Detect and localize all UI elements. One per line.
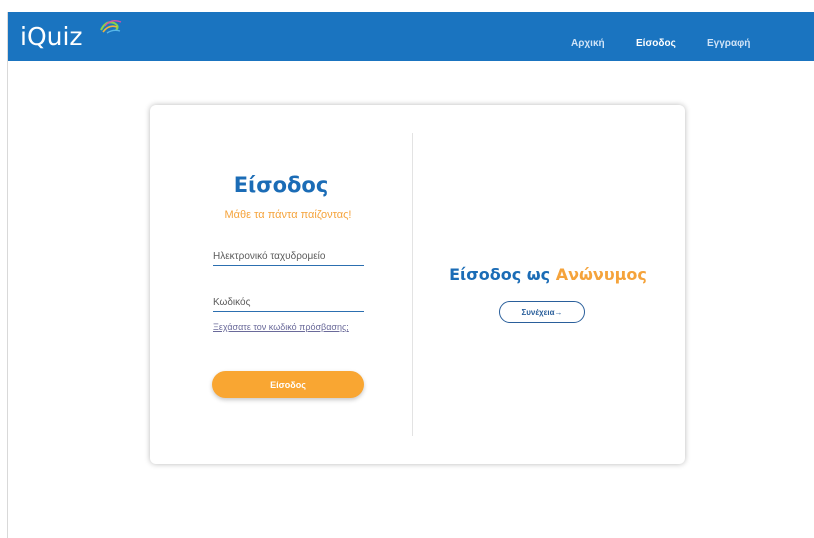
navbar: iQuiz Αρχική Είσοδος Εγγραφή [8,12,814,61]
logo-swirl-icon [100,19,122,34]
anonymous-title-accent: Ανώνυμος [555,265,647,284]
nav-link-login[interactable]: Είσοδος [636,38,676,49]
anonymous-login-title: Είσοδος ως Ανώνυμος [428,265,668,284]
page-left-border [7,12,8,538]
forgot-password-link[interactable]: Ξεχάσατε τον κωδικό πρόσβασης; [213,322,349,332]
login-button[interactable]: Είσοδος [212,371,364,398]
anonymous-title-prefix: Είσοδος ως [449,265,551,284]
nav-link-register[interactable]: Εγγραφή [707,38,750,49]
login-subtitle: Μάθε τα πάντα παίζοντας! [224,209,352,221]
login-card: Είσοδος Μάθε τα πάντα παίζοντας! Ξεχάσατ… [150,105,685,464]
email-field[interactable] [213,247,364,266]
brand-name: iQuiz [20,22,83,51]
brand-logo[interactable]: iQuiz [20,19,122,54]
card-divider [412,133,413,436]
password-field[interactable] [213,293,364,312]
continue-button[interactable]: Συνέχεια→ [499,301,585,323]
login-title: Είσοδος [233,173,329,197]
nav-link-home[interactable]: Αρχική [571,38,605,49]
